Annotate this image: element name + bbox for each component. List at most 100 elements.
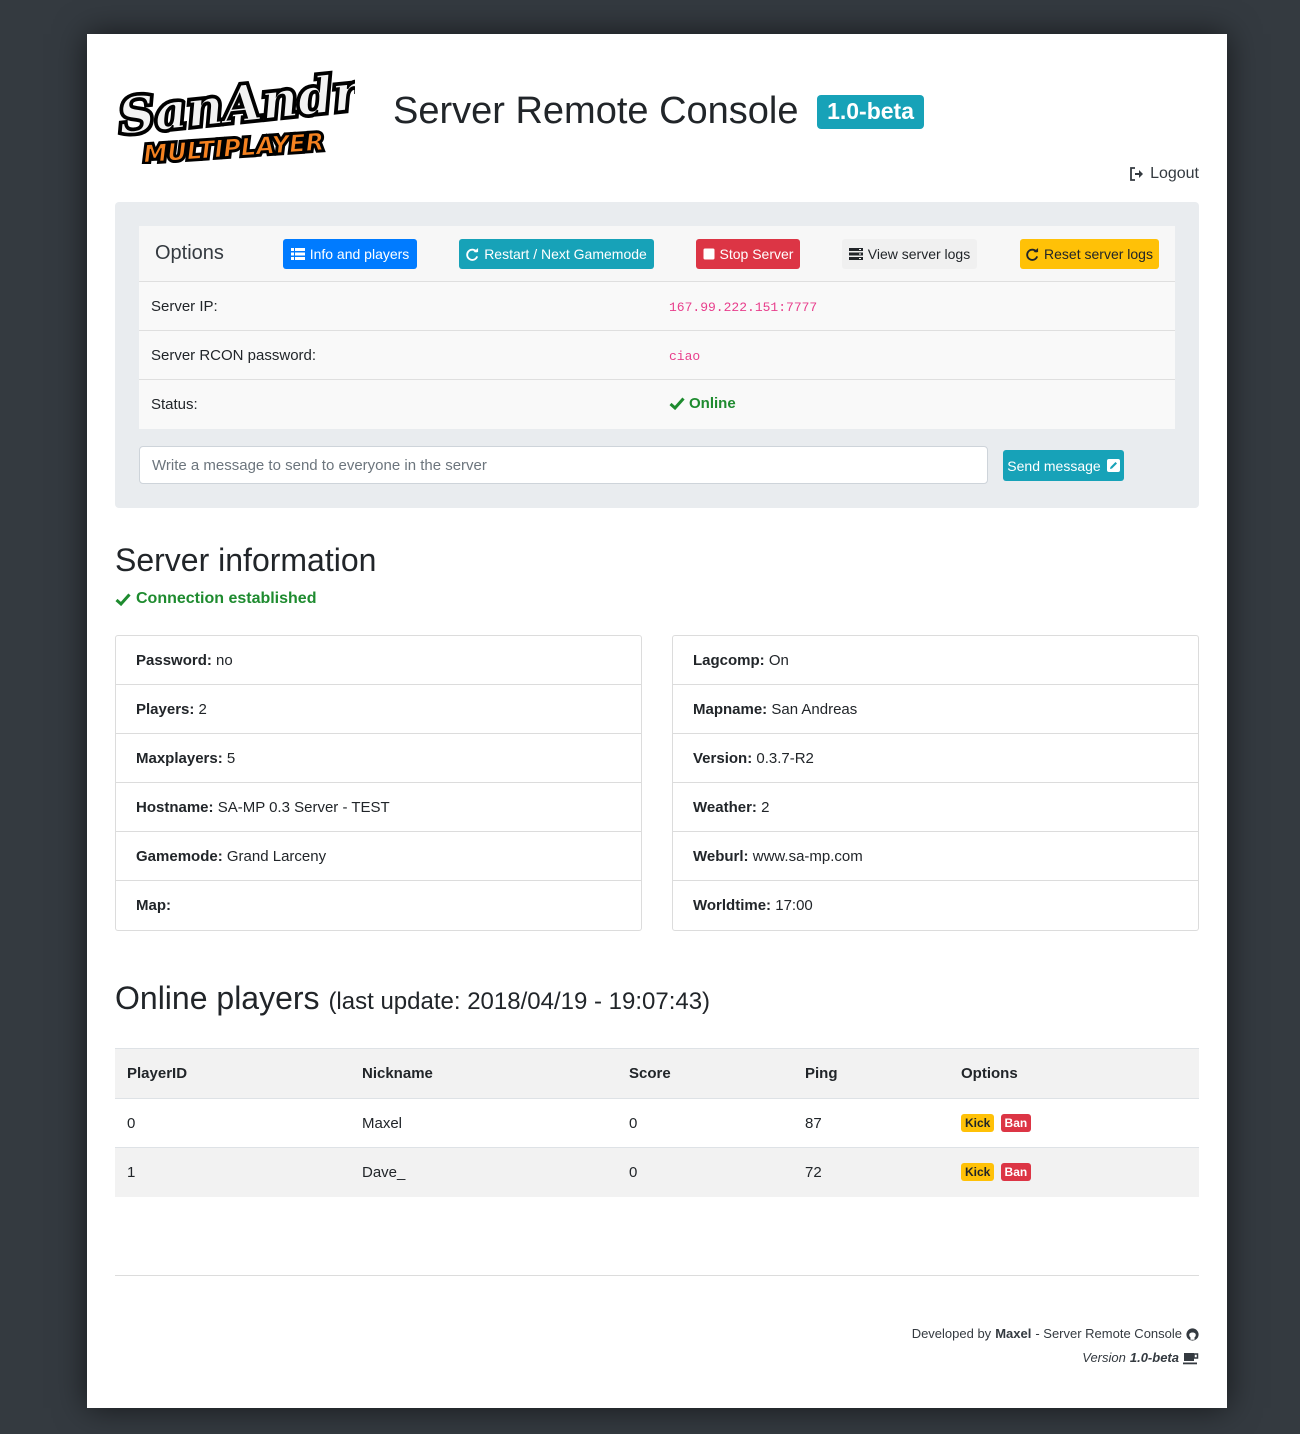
send-message-label: Send message	[1007, 457, 1101, 474]
kick-button[interactable]: Kick	[961, 1114, 995, 1132]
rcon-password-label: Server RCON password:	[151, 347, 317, 364]
online-players-title: Online players	[115, 980, 320, 1016]
info-key: Gamemode:	[136, 848, 223, 865]
players-table: PlayerID Nickname Score Ping Options 0 M…	[115, 1048, 1199, 1197]
info-value: 2	[761, 799, 770, 816]
stop-icon	[703, 248, 715, 260]
info-value: San Andreas	[771, 701, 858, 718]
player-id: 0	[115, 1098, 350, 1148]
list-item: Hostname: SA-MP 0.3 Server - TEST	[116, 783, 641, 832]
ban-button[interactable]: Ban	[1000, 1163, 1032, 1182]
info-key: Weburl:	[693, 848, 749, 865]
info-key: Lagcomp:	[693, 652, 765, 669]
redo-icon	[466, 247, 479, 261]
view-server-logs-label: View server logs	[867, 246, 971, 262]
ban-button[interactable]: Ban	[1000, 1114, 1032, 1132]
coffee-icon	[1183, 1352, 1199, 1364]
version-badge: 1.0-beta	[817, 95, 925, 129]
info-value: Grand Larceny	[226, 848, 327, 865]
reset-server-logs-button[interactable]: Reset server logs	[1020, 239, 1159, 269]
check-icon	[669, 397, 685, 410]
player-score: 0	[617, 1147, 793, 1197]
page-container: SanAndreas SanAndreas MULTIPLAYER MULTIP…	[87, 34, 1227, 1408]
samp-logo: SanAndreas SanAndreas MULTIPLAYER MULTIP…	[115, 64, 355, 164]
broadcast-message-input[interactable]	[139, 446, 988, 484]
footer-credits: Developed by Maxel - Server Remote Conso…	[912, 1322, 1199, 1346]
list-item: Map:	[116, 881, 641, 930]
info-key: Version:	[693, 750, 753, 767]
send-message-button[interactable]: Send message	[1003, 450, 1124, 481]
server-ip-value: 167.99.222.151:7777	[669, 300, 818, 315]
reset-server-logs-label: Reset server logs	[1044, 246, 1153, 262]
stop-server-label: Stop Server	[719, 246, 794, 262]
table-header-row: PlayerID Nickname Score Ping Options	[115, 1048, 1199, 1099]
status-row: Status: Online	[139, 380, 1175, 429]
info-value: 17:00	[775, 897, 813, 914]
logout-link[interactable]: Logout	[1129, 165, 1199, 183]
info-value: On	[768, 652, 789, 669]
info-value: 2	[198, 701, 207, 718]
server-information-heading: Server information	[115, 542, 377, 578]
info-and-players-label: Info and players	[309, 246, 410, 262]
info-and-players-button[interactable]: Info and players	[283, 239, 417, 269]
info-value: no	[216, 652, 233, 669]
rcon-password-row: Server RCON password: ciao	[139, 331, 1175, 380]
view-server-logs-button[interactable]: View server logs	[842, 239, 977, 269]
status-badge: Online	[669, 395, 736, 412]
options-card: Options Info and players Restart / Next …	[139, 226, 1175, 429]
list-item: Password: no	[116, 636, 641, 685]
logout-label: Logout	[1150, 165, 1199, 182]
author-name: Maxel	[995, 1326, 1032, 1341]
sign-out-icon	[1130, 167, 1144, 181]
github-icon[interactable]	[1186, 1327, 1199, 1341]
info-key: Mapname:	[693, 701, 768, 718]
info-key: Map:	[136, 897, 171, 914]
info-key: Worldtime:	[693, 897, 772, 914]
player-nickname: Dave_	[350, 1147, 617, 1197]
restart-label: Restart / Next Gamemode	[484, 246, 647, 262]
info-key: Maxplayers:	[136, 750, 223, 767]
server-ip-label: Server IP:	[151, 298, 218, 315]
app-title-text: Server Remote Console	[393, 90, 799, 132]
developed-by-text: Developed by	[911, 1326, 992, 1341]
info-value: www.sa-mp.com	[752, 848, 863, 865]
list-item: Version: 0.3.7-R2	[673, 734, 1198, 783]
list-item: Mapname: San Andreas	[673, 685, 1198, 734]
restart-button[interactable]: Restart / Next Gamemode	[459, 239, 654, 269]
server-icon	[848, 248, 863, 260]
info-key: Players:	[136, 701, 195, 718]
table-row: 0 Maxel 0 87 Kick Ban	[115, 1098, 1199, 1148]
options-header: Options Info and players Restart / Next …	[139, 226, 1175, 282]
project-link[interactable]: - Server Remote Console	[1035, 1322, 1182, 1346]
stop-server-button[interactable]: Stop Server	[696, 239, 800, 269]
server-info-list-left: Password: no Players: 2 Maxplayers: 5 Ho…	[115, 635, 642, 931]
list-item: Gamemode: Grand Larceny	[116, 832, 641, 881]
column-header: Options	[949, 1048, 1199, 1099]
player-nickname: Maxel	[350, 1098, 617, 1148]
list-item: Worldtime: 17:00	[673, 881, 1198, 930]
kick-button[interactable]: Kick	[961, 1163, 995, 1182]
connection-status-text: Connection established	[136, 590, 317, 607]
player-score: 0	[617, 1098, 793, 1148]
footer-divider	[115, 1275, 1199, 1276]
list-item: Weather: 2	[673, 783, 1198, 832]
table-row: 1 Dave_ 0 72 Kick Ban	[115, 1147, 1199, 1197]
info-key: Hostname:	[136, 799, 214, 816]
version-number: 1.0-beta	[1129, 1350, 1179, 1365]
info-value: 0.3.7-R2	[756, 750, 814, 767]
last-update-text: (last update: 2018/04/19 - 19:07:43)	[328, 988, 711, 1015]
player-ping: 87	[793, 1098, 949, 1148]
connection-status: Connection established	[115, 590, 316, 608]
redo-icon	[1026, 247, 1039, 261]
server-info-list-right: Lagcomp: On Mapname: San Andreas Version…	[672, 635, 1199, 931]
server-ip-row: Server IP: 167.99.222.151:7777	[139, 282, 1175, 331]
rcon-password-value: ciao	[669, 349, 701, 364]
footer-version: Version 1.0-beta	[912, 1346, 1199, 1370]
player-options: Kick Ban	[949, 1098, 1199, 1148]
column-header: PlayerID	[115, 1048, 350, 1099]
player-id: 1	[115, 1147, 350, 1197]
list-item: Lagcomp: On	[673, 636, 1198, 685]
footer: Developed by Maxel - Server Remote Conso…	[912, 1322, 1199, 1370]
status-value: Online	[689, 395, 736, 412]
info-value: 5	[226, 750, 236, 767]
